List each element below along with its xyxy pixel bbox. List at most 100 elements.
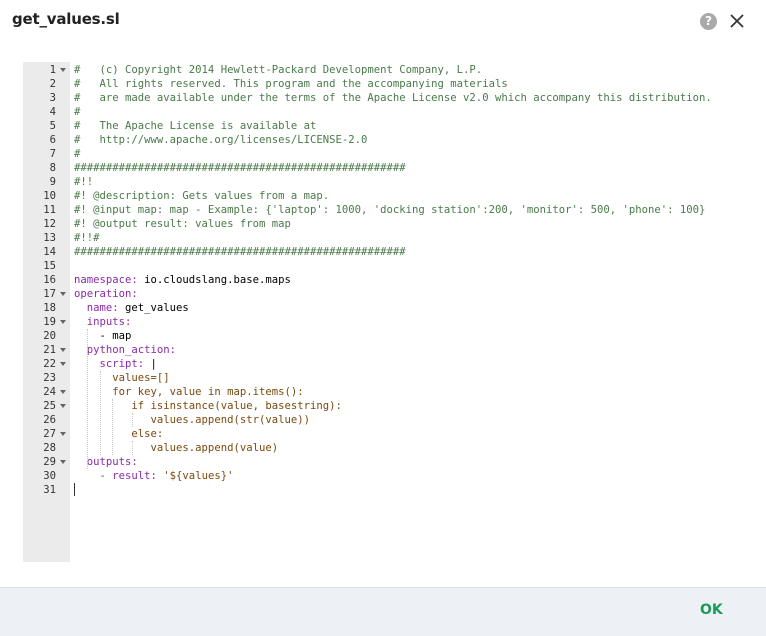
gutter-row: 23 [23, 371, 70, 385]
gutter-row: 30 [23, 469, 70, 483]
gutter-row: 7 [23, 147, 70, 161]
line-number: 7 [49, 148, 56, 160]
code-line: #!!# [74, 231, 100, 245]
line-number: 17 [43, 288, 56, 300]
gutter-row: 1 [23, 63, 70, 77]
gutter-row: 18 [23, 301, 70, 315]
gutter-row: 15 [23, 259, 70, 273]
code-line: #! @input map: map - Example: {'laptop':… [74, 203, 705, 217]
fold-arrow-icon[interactable] [60, 362, 66, 366]
line-number: 13 [43, 232, 56, 244]
line-number: 14 [43, 246, 56, 258]
gutter-row: 25 [23, 399, 70, 413]
gutter-row: 5 [23, 119, 70, 133]
gutter-row: 20 [23, 329, 70, 343]
indent-guide [86, 329, 88, 469]
code-text: # All rights reserved. This program and … [74, 78, 508, 90]
line-number: 28 [43, 442, 56, 454]
line-number: 20 [43, 330, 56, 342]
yaml-key: inputs: [74, 316, 132, 328]
fold-arrow-icon[interactable] [60, 460, 66, 464]
line-number: 31 [43, 484, 56, 496]
gutter-row: 8 [23, 161, 70, 175]
dialog-title: get_values.sl [12, 10, 120, 28]
gutter-row: 19 [23, 315, 70, 329]
line-number: 18 [43, 302, 56, 314]
code-line: #! @output result: values from map [74, 217, 291, 231]
code-line: values.append(str(value)) [74, 413, 310, 427]
gutter-row: 22 [23, 357, 70, 371]
gutter-row: 4 [23, 105, 70, 119]
yaml-key: name: [74, 302, 119, 314]
code-line: for key, value in map.items(): [74, 385, 303, 399]
code-line: outputs: [74, 455, 138, 469]
line-number: 27 [43, 428, 56, 440]
code-text: # are made available under the terms of … [74, 92, 712, 104]
code-line: # (c) Copyright 2014 Hewlett-Packard Dev… [74, 63, 482, 77]
code-line: values.append(value) [74, 441, 279, 455]
yaml-value: get_values [118, 302, 189, 314]
gutter-row: 21 [23, 343, 70, 357]
code-area[interactable]: # (c) Copyright 2014 Hewlett-Packard Dev… [74, 62, 743, 562]
code-text: # [74, 106, 81, 118]
fold-arrow-icon[interactable] [60, 348, 66, 352]
yaml-value: | [144, 358, 157, 370]
line-number: 3 [49, 92, 56, 104]
code-line: # All rights reserved. This program and … [74, 77, 508, 91]
fold-arrow-icon[interactable] [60, 390, 66, 394]
gutter-row: 2 [23, 77, 70, 91]
close-icon[interactable] [728, 12, 746, 30]
yaml-key: outputs: [74, 456, 138, 468]
code-line: python_action: [74, 343, 176, 357]
indent-guide [131, 441, 133, 455]
fold-arrow-icon[interactable] [60, 320, 66, 324]
code-text: values=[] [74, 372, 170, 384]
help-icon[interactable]: ? [700, 13, 717, 30]
file-viewer-dialog: get_values.sl ? 1 2 3 4 5 6 7 8 9 10 11 12 13 14 15 16 1… [0, 0, 766, 636]
code-text: #! @output result: values from map [74, 218, 291, 230]
fold-arrow-icon[interactable] [60, 292, 66, 296]
yaml-key: - result: [74, 470, 157, 482]
line-number: 2 [49, 78, 56, 90]
yaml-value: '${values}' [156, 470, 234, 482]
line-number-gutter: 1 2 3 4 5 6 7 8 9 10 11 12 13 14 15 16 17 18 19 20 21 22 23 24 2… [23, 62, 70, 562]
code-line: # http://www.apache.org/licenses/LICENSE… [74, 133, 367, 147]
yaml-key: operation: [74, 288, 138, 300]
fold-arrow-icon[interactable] [60, 404, 66, 408]
code-line: namespace: io.cloudslang.base.maps [74, 273, 291, 287]
code-text: #! @description: Gets values from a map. [74, 190, 330, 202]
line-number: 30 [43, 470, 56, 482]
line-number: 22 [43, 358, 56, 370]
code-text: - map [74, 330, 132, 342]
gutter-row: 31 [23, 483, 70, 497]
code-editor[interactable]: 1 2 3 4 5 6 7 8 9 10 11 12 13 14 15 16 17 18 19 20 21 22 23 24 2… [23, 62, 743, 562]
indent-guide [131, 413, 133, 427]
text-cursor [74, 483, 75, 496]
fold-arrow-icon[interactable] [60, 68, 66, 72]
code-line: # [74, 105, 80, 119]
line-number: 21 [43, 344, 56, 356]
line-number: 23 [43, 372, 56, 384]
gutter-row: 17 [23, 287, 70, 301]
gutter-row: 13 [23, 231, 70, 245]
line-number: 5 [49, 120, 56, 132]
code-line: #! @description: Gets values from a map. [74, 189, 329, 203]
gutter-row: 6 [23, 133, 70, 147]
line-number: 6 [49, 134, 56, 146]
gutter-row: 24 [23, 385, 70, 399]
code-text: # [74, 148, 81, 160]
ok-button[interactable]: OK [700, 602, 723, 618]
fold-arrow-icon[interactable] [60, 432, 66, 436]
indent-guide [112, 399, 114, 455]
line-number: 24 [43, 386, 56, 398]
code-line: ########################################… [74, 245, 406, 259]
line-number: 1 [49, 64, 56, 76]
gutter-row: 29 [23, 455, 70, 469]
line-number: 16 [43, 274, 56, 286]
line-number: 25 [43, 400, 56, 412]
code-text: if isinstance(value, basestring): [74, 400, 342, 412]
gutter-row: 16 [23, 273, 70, 287]
code-text: #! @input map: map - Example: {'laptop':… [74, 204, 706, 216]
code-text: #!! [74, 176, 94, 188]
yaml-value: io.cloudslang.base.maps [137, 274, 291, 286]
